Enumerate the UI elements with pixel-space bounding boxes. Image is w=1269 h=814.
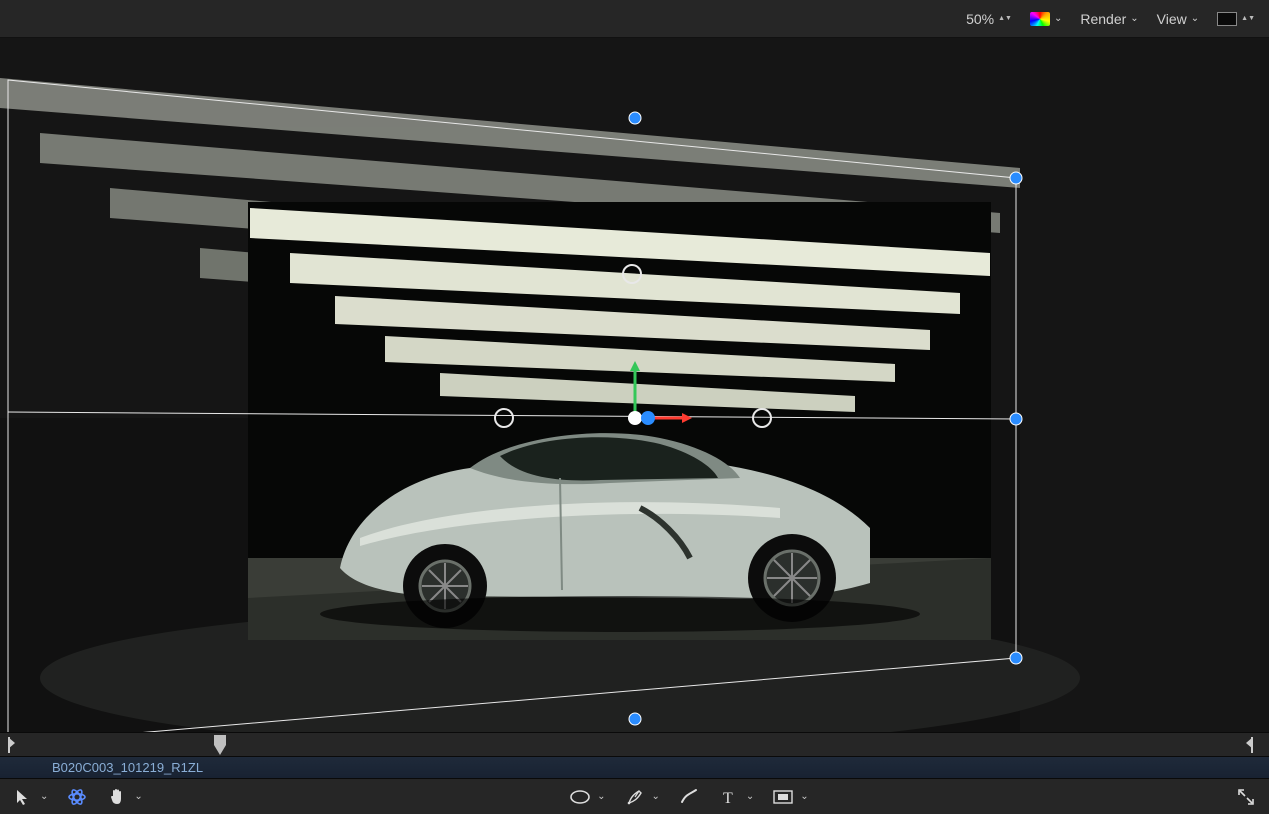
color-channel-dropdown[interactable]: ⌄ (1030, 12, 1062, 26)
scene-illustration (0, 38, 1269, 732)
chevron-down-icon[interactable]: ⌄ (652, 791, 660, 802)
view-dropdown[interactable]: View ⌄ (1157, 11, 1199, 27)
svg-text:T: T (723, 790, 733, 807)
shape-tool[interactable] (569, 786, 591, 808)
render-label: Render (1080, 11, 1126, 27)
transform-handle[interactable] (1010, 652, 1022, 664)
select-tool[interactable] (12, 786, 34, 808)
color-wheel-icon (1030, 12, 1050, 26)
canvas-top-toolbar: 50% ▲▼ ⌄ Render ⌄ View ⌄ ▲▼ (0, 0, 1269, 38)
canvas-scene (0, 38, 1269, 732)
view-label: View (1157, 11, 1187, 27)
chevron-down-icon: ⌄ (1191, 13, 1199, 24)
fullscreen-toggle[interactable] (1235, 786, 1257, 808)
zoom-level-label: 50% (966, 11, 994, 27)
clip-name-label: B020C003_101219_R1ZL (52, 760, 203, 775)
mask-tool[interactable] (772, 786, 794, 808)
updown-icon: ▲▼ (1241, 17, 1255, 21)
chevron-down-icon[interactable]: ⌄ (746, 791, 754, 802)
transform-handle[interactable] (629, 713, 641, 725)
background-color-control[interactable]: ▲▼ (1217, 12, 1255, 26)
3d-transform-tool[interactable] (66, 786, 88, 808)
app-window: 50% ▲▼ ⌄ Render ⌄ View ⌄ ▲▼ (0, 0, 1269, 814)
zoom-level-control[interactable]: 50% ▲▼ (966, 11, 1012, 27)
pen-tool[interactable] (624, 786, 646, 808)
transform-handle[interactable] (629, 112, 641, 124)
pan-tool[interactable] (106, 786, 128, 808)
viewer-canvas[interactable] (0, 38, 1269, 732)
mini-timeline[interactable] (0, 732, 1269, 756)
chevron-down-icon[interactable]: ⌄ (134, 791, 142, 802)
chevron-down-icon[interactable]: ⌄ (40, 791, 48, 802)
render-dropdown[interactable]: Render ⌄ (1080, 11, 1138, 27)
transform-handle[interactable] (1010, 413, 1022, 425)
playhead[interactable] (214, 735, 226, 755)
canvas-bottom-toolbar: ⌄ ⌄ ⌄ ⌄ (0, 778, 1269, 814)
paint-stroke-tool[interactable] (678, 786, 700, 808)
background-rect-icon (1217, 12, 1237, 26)
chevron-down-icon: ⌄ (1130, 13, 1138, 24)
chevron-down-icon[interactable]: ⌄ (800, 791, 808, 802)
text-tool[interactable]: T (718, 786, 740, 808)
clip-name-bar: B020C003_101219_R1ZL (0, 756, 1269, 778)
chevron-down-icon[interactable]: ⌄ (597, 791, 605, 802)
chevron-down-icon: ⌄ (1054, 13, 1062, 24)
transform-handle[interactable] (1010, 172, 1022, 184)
updown-icon: ▲▼ (998, 17, 1012, 21)
